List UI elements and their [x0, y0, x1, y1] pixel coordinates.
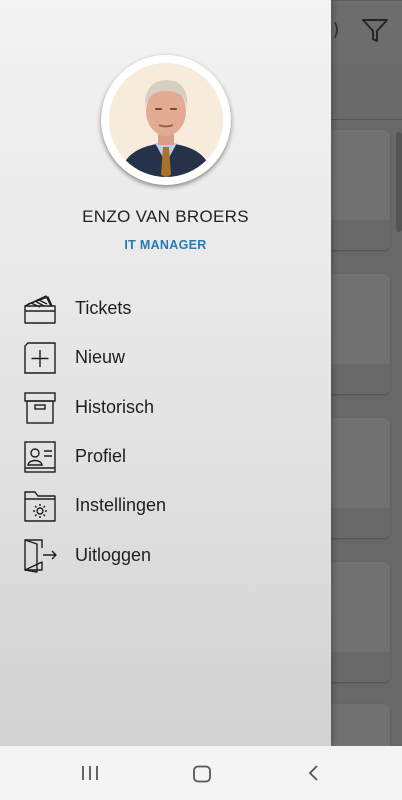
menu-item-instellingen[interactable]: Instellingen: [0, 481, 331, 530]
logout-door-icon: [24, 539, 57, 574]
archive-box-icon: [24, 391, 56, 424]
menu-label: Uitloggen: [75, 544, 152, 565]
menu-label: Tickets: [75, 298, 132, 319]
recent-apps-icon[interactable]: [80, 765, 100, 781]
back-icon[interactable]: [306, 764, 322, 782]
settings-folder-icon: [24, 491, 56, 522]
profile-card-icon: [24, 441, 56, 473]
user-role: IT MANAGER: [124, 238, 207, 252]
user-name: ENZO VAN BROERS: [82, 207, 249, 226]
navigation-drawer: ENZO VAN BROERS IT MANAGER Tickets Nieuw…: [0, 0, 331, 746]
menu-label: Nieuw: [75, 347, 126, 368]
menu-label: Profiel: [75, 446, 127, 467]
menu-item-uitloggen[interactable]: Uitloggen: [0, 530, 331, 579]
menu-label: Instellingen: [75, 495, 167, 516]
menu-item-nieuw[interactable]: Nieuw: [0, 333, 331, 382]
avatar-photo: [109, 63, 223, 177]
home-icon[interactable]: [192, 765, 212, 783]
menu-item-historisch[interactable]: Historisch: [0, 383, 331, 432]
drawer-menu: Tickets Nieuw Historisch Profiel Instell…: [0, 284, 331, 580]
tickets-icon: [24, 295, 56, 324]
new-plus-icon: [24, 342, 56, 374]
menu-item-tickets[interactable]: Tickets: [0, 284, 331, 333]
system-navigation-bar: [0, 746, 402, 800]
menu-item-profiel[interactable]: Profiel: [0, 432, 331, 481]
menu-label: Historisch: [75, 396, 155, 417]
avatar[interactable]: [101, 55, 231, 185]
